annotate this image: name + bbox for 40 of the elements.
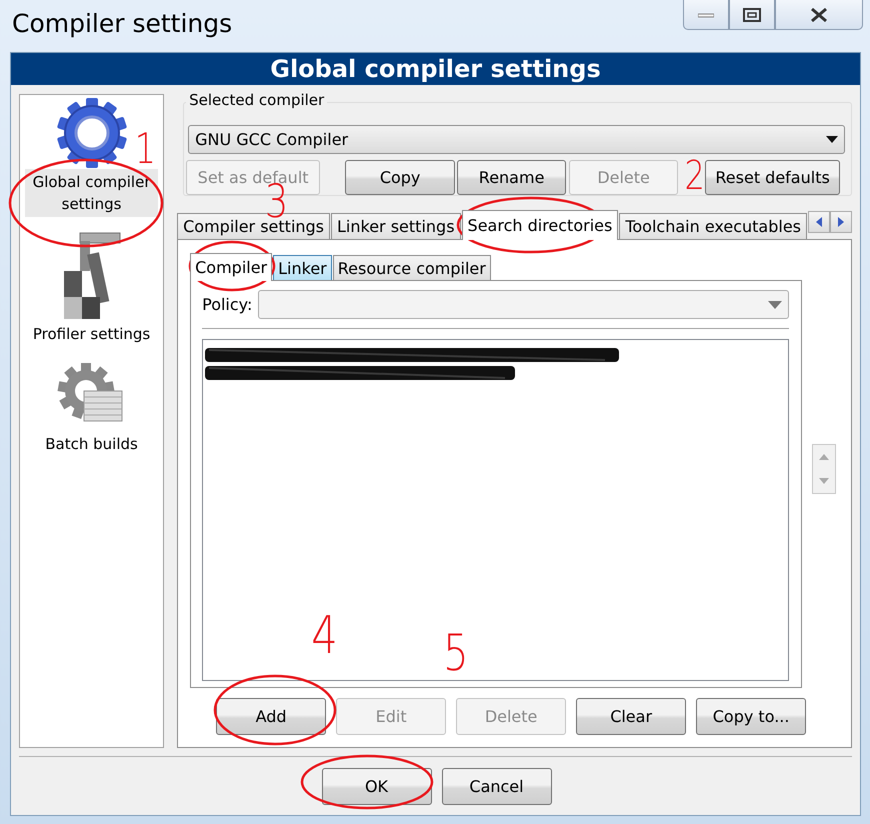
right-arrow-icon <box>838 217 844 227</box>
action-button[interactable]: Rename <box>457 160 566 195</box>
compiler-dropdown[interactable]: GNU GCC Compiler <box>188 125 845 154</box>
annotation-number: 1 <box>134 128 156 170</box>
header-banner: Global compiler settings <box>11 53 860 85</box>
dialog-button[interactable]: Cancel <box>442 768 552 805</box>
subtab[interactable]: Resource compiler <box>332 255 491 280</box>
maximize-button[interactable] <box>729 0 775 30</box>
subtab[interactable]: Linker <box>273 255 332 280</box>
tab[interactable]: Linker settings <box>331 213 461 239</box>
sidebar-item[interactable]: Profiler settings <box>25 321 158 347</box>
close-button[interactable] <box>775 0 863 30</box>
list-button[interactable]: Clear <box>576 698 686 735</box>
list-button[interactable]: Add <box>216 698 326 735</box>
sidebar-item[interactable]: Batch builds <box>25 431 158 457</box>
scroll-right-button[interactable] <box>830 211 852 233</box>
subtab[interactable]: Compiler <box>190 253 272 281</box>
sidebar-item[interactable]: Global compiler settings <box>25 169 158 217</box>
down-arrow-icon <box>819 478 830 484</box>
window-title: Compiler settings <box>12 9 232 38</box>
action-button[interactable]: Copy <box>345 160 456 195</box>
annotation-number: 2 <box>684 156 705 196</box>
up-arrow-icon <box>819 454 830 460</box>
group-label: Selected compiler <box>186 91 328 109</box>
scroll-left-button[interactable] <box>808 211 830 233</box>
maximize-icon <box>743 8 761 22</box>
list-button[interactable]: Copy to... <box>696 698 806 735</box>
tab[interactable]: Toolchain executables <box>619 213 807 239</box>
directory-list[interactable] <box>202 339 790 681</box>
minimize-icon <box>698 12 714 18</box>
annotation-number: 5 <box>443 628 469 678</box>
action-button[interactable]: Reset defaults <box>705 160 840 195</box>
dialog-button[interactable]: OK <box>322 768 432 805</box>
left-arrow-icon <box>816 217 822 227</box>
policy-label: Policy: <box>202 295 252 314</box>
close-icon <box>810 8 828 22</box>
caret-icon <box>768 300 782 308</box>
annotation-number: 4 <box>311 610 338 662</box>
caret-icon <box>826 136 838 143</box>
tab[interactable]: Search directories <box>462 210 618 240</box>
